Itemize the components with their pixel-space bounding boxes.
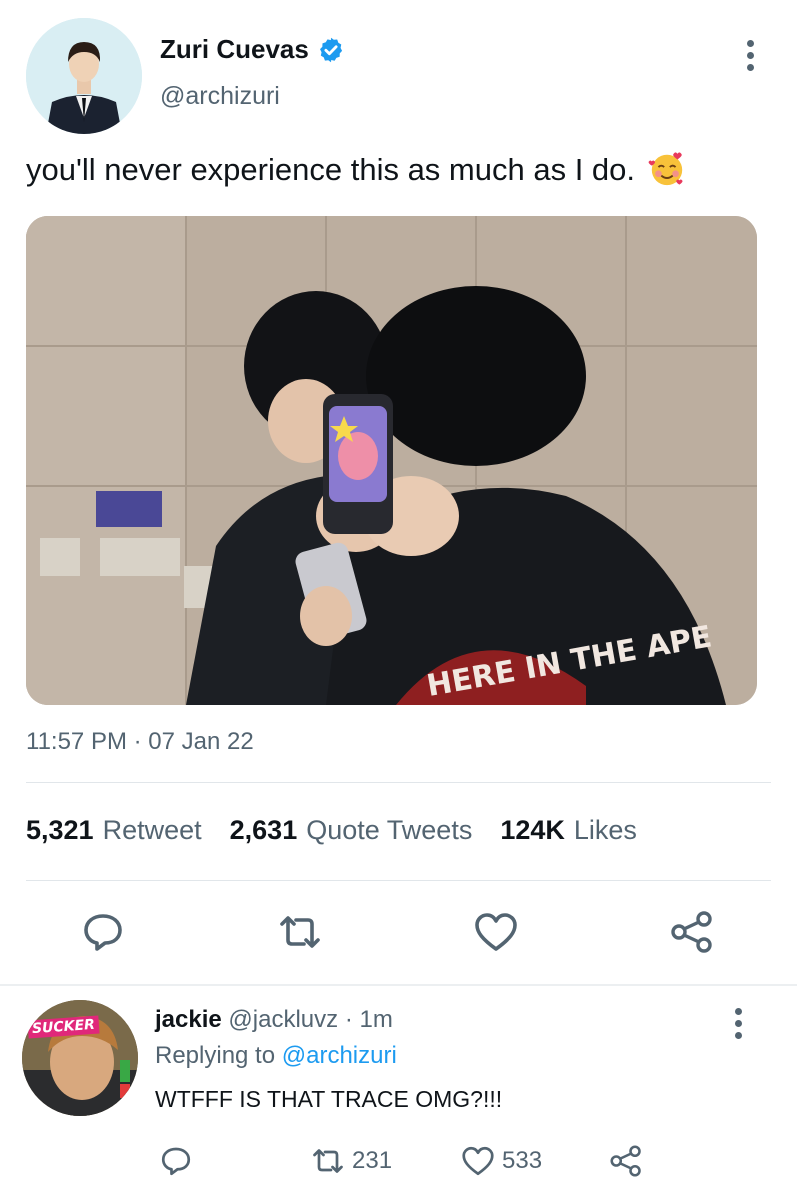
quote-count-link[interactable]: 2,631 Quote Tweets (230, 815, 473, 846)
reply-author-handle[interactable]: @jackluvz (228, 1006, 338, 1033)
tweet-photo[interactable]: HERE IN THE APE (26, 216, 757, 705)
section-divider (0, 984, 797, 986)
reply-separator-dot: · (344, 1006, 353, 1033)
author-name-text[interactable]: Zuri Cuevas (160, 34, 309, 65)
reply-share-button[interactable] (608, 1143, 644, 1179)
author-avatar[interactable] (26, 18, 142, 134)
like-icon[interactable] (472, 908, 520, 956)
reply-like-count: 533 (502, 1147, 543, 1174)
tweet-text: you'll never experience this as much as … (26, 150, 686, 188)
smiling-face-with-hearts-icon (648, 152, 683, 186)
like-count-link[interactable]: 124K Likes (500, 815, 637, 846)
replying-to: Replying to @archizuri (155, 1042, 397, 1070)
retweet-icon (313, 1149, 343, 1173)
share-icon[interactable] (668, 908, 716, 956)
retweet-label: Retweet (102, 815, 202, 845)
replying-to-prefix: Replying to (155, 1042, 276, 1069)
tweet-stats: 5,321 Retweet 2,631 Quote Tweets 124K Li… (26, 815, 637, 846)
reply-time[interactable]: 1m (359, 1006, 392, 1033)
divider (26, 782, 771, 783)
retweet-icon[interactable] (276, 908, 324, 956)
quote-label: Quote Tweets (306, 815, 473, 845)
retweet-count-link[interactable]: 5,321 Retweet (26, 815, 202, 846)
share-icon (610, 1145, 641, 1177)
reply-reply-button[interactable] (158, 1143, 194, 1179)
reply-icon[interactable] (79, 908, 127, 956)
tweet-timestamp[interactable]: 11:57 PM · 07 Jan 22 (26, 728, 254, 756)
quote-count: 2,631 (229, 815, 298, 845)
reply-more-options-icon[interactable] (732, 1008, 744, 1039)
reply-author-avatar[interactable]: SUCKER (22, 1000, 138, 1116)
tweet-text-body: you'll never experience this as much as … (26, 152, 636, 187)
like-label: Likes (573, 815, 637, 845)
divider (26, 880, 771, 881)
like-icon (462, 1146, 494, 1176)
author-handle[interactable]: @archizuri (160, 82, 280, 111)
reply-icon (161, 1147, 191, 1176)
author-display-name[interactable]: Zuri Cuevas (160, 34, 345, 65)
mirror-selfie-illustration: HERE IN THE APE (26, 216, 757, 705)
reply-retweet-count: 231 (352, 1147, 393, 1174)
verified-badge-icon (319, 37, 342, 62)
reply-text: WTFFF IS THAT TRACE OMG?!!! (155, 1086, 503, 1112)
more-options-icon[interactable] (744, 40, 756, 71)
reply-author-name[interactable]: jackie (155, 1006, 222, 1033)
retweet-count: 5,321 (26, 815, 94, 845)
reply-like-button[interactable]: 533 (460, 1143, 542, 1179)
replying-to-handle-link[interactable]: @archizuri (282, 1042, 397, 1069)
tweet-detail-page: Zuri Cuevas @archizuri you'll never expe… (0, 0, 797, 1200)
reply-retweet-button[interactable]: 231 (310, 1143, 392, 1179)
reply-header: jackie @jackluvz · 1m (155, 1006, 393, 1034)
like-count: 124K (500, 815, 565, 845)
